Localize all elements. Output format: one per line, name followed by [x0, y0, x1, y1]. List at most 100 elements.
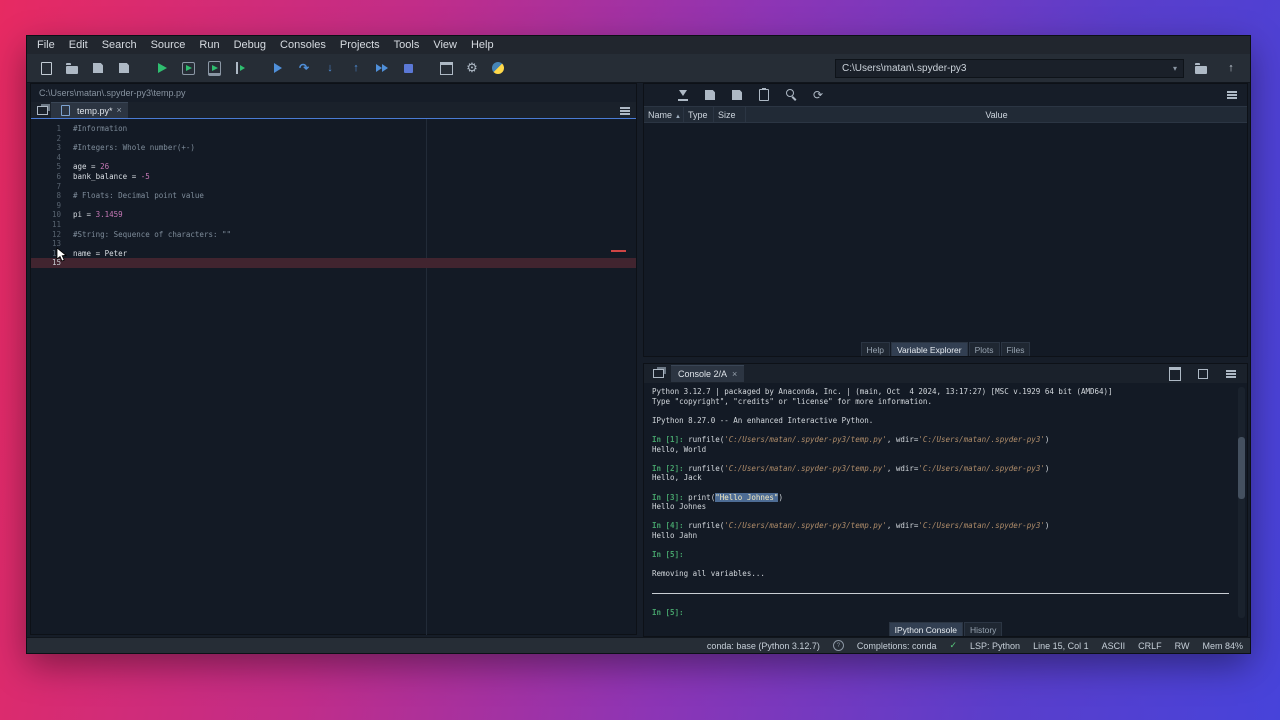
menu-search[interactable]: Search: [95, 38, 144, 52]
menu-run[interactable]: Run: [192, 38, 226, 52]
browse-console-tabs-button[interactable]: [649, 366, 667, 381]
editor-tab-bar: temp.py*: [31, 102, 636, 119]
open-file-button[interactable]: [59, 56, 85, 80]
close-tab-icon[interactable]: [732, 370, 737, 379]
editor-options-button[interactable]: [616, 103, 634, 118]
continue-execution-button[interactable]: [369, 56, 395, 80]
memory-status[interactable]: Mem 84%: [1202, 641, 1243, 651]
parent-directory-button[interactable]: [1218, 56, 1244, 80]
editor-line-2[interactable]: 2: [31, 134, 636, 144]
refresh-data-button[interactable]: [809, 88, 827, 103]
menu-debug[interactable]: Debug: [227, 38, 273, 52]
editor-line-15[interactable]: 15: [31, 258, 636, 268]
menu-help[interactable]: Help: [464, 38, 501, 52]
browse-tabs-button[interactable]: [33, 103, 51, 118]
scrollbar-thumb[interactable]: [1238, 437, 1245, 499]
browse-directory-button[interactable]: [1188, 56, 1214, 80]
column-value[interactable]: Value: [746, 107, 1247, 122]
tab-ipython-console[interactable]: IPython Console: [889, 622, 963, 636]
tab-plots[interactable]: Plots: [969, 342, 1000, 356]
console-blank-line: [652, 598, 1239, 608]
console-body[interactable]: Python 3.12.7 | packaged by Anaconda, In…: [644, 383, 1247, 622]
python-path-button[interactable]: [485, 56, 511, 80]
tab-variable-explorer[interactable]: Variable Explorer: [891, 342, 968, 356]
tab-files[interactable]: Files: [1001, 342, 1031, 356]
column-type[interactable]: Type: [684, 107, 714, 122]
editor-line-5[interactable]: 5age = 26: [31, 162, 636, 172]
run-file-button[interactable]: [149, 56, 175, 80]
console-scrollbar[interactable]: [1238, 387, 1245, 618]
tab-history[interactable]: History: [964, 622, 1002, 636]
code-segment: bank_balance =: [73, 172, 141, 181]
tab-label: temp.py*: [77, 106, 113, 116]
clear-console-button[interactable]: [1166, 366, 1184, 381]
console-blank-line: [652, 512, 1239, 522]
menu-edit[interactable]: Edit: [62, 38, 95, 52]
stop-button[interactable]: [395, 56, 421, 80]
console-segment: 'C:/Users/matan/.spyder-py3': [918, 464, 1044, 473]
completions-status[interactable]: Completions: conda: [857, 641, 937, 651]
options-menu-button[interactable]: [1222, 366, 1240, 381]
menu-projects[interactable]: Projects: [333, 38, 387, 52]
maximize-pane-button[interactable]: [433, 56, 459, 80]
console-segment: runfile(: [688, 435, 724, 444]
step-into-button[interactable]: [317, 56, 343, 80]
save-file-button[interactable]: [85, 56, 111, 80]
import-data-button[interactable]: [674, 88, 692, 103]
editor-line-13[interactable]: 13: [31, 239, 636, 249]
step-over-button[interactable]: [291, 56, 317, 80]
mouse-cursor: [56, 247, 68, 263]
editor-line-4[interactable]: 4: [31, 153, 636, 163]
interrupt-kernel-button[interactable]: [1194, 366, 1212, 381]
save-all-button[interactable]: [111, 56, 137, 80]
line-number: 12: [31, 230, 73, 240]
editor-line-3[interactable]: 3#Integers: Whole number(+-): [31, 143, 636, 153]
close-tab-icon[interactable]: [117, 106, 122, 115]
cursor-position[interactable]: Line 15, Col 1: [1033, 641, 1089, 651]
save-data-button[interactable]: [701, 88, 719, 103]
editor-line-14[interactable]: 14name = Peter: [31, 249, 636, 259]
editor-line-7[interactable]: 7: [31, 182, 636, 192]
new-file-button[interactable]: [33, 56, 59, 80]
menu-source[interactable]: Source: [144, 38, 193, 52]
editor-line-12[interactable]: 12#String: Sequence of characters: "": [31, 230, 636, 240]
code-editor[interactable]: 1#Information23#Integers: Whole number(+…: [31, 119, 636, 635]
menu-consoles[interactable]: Consoles: [273, 38, 333, 52]
line-code: age = 26: [73, 162, 109, 172]
search-data-button[interactable]: [782, 88, 800, 103]
run-cell-button[interactable]: [175, 56, 201, 80]
eol-status[interactable]: CRLF: [1138, 641, 1162, 651]
menu-view[interactable]: View: [426, 38, 464, 52]
save-data-as-button[interactable]: [728, 88, 746, 103]
lsp-status[interactable]: LSP: Python: [970, 641, 1020, 651]
menu-tools[interactable]: Tools: [387, 38, 427, 52]
tab-help[interactable]: Help: [861, 342, 890, 356]
tab-temp-py[interactable]: temp.py*: [51, 102, 128, 118]
code-segment: 3.1459: [96, 210, 123, 219]
preferences-button[interactable]: [459, 56, 485, 80]
debug-file-button[interactable]: [265, 56, 291, 80]
variable-table-body[interactable]: [644, 123, 1247, 342]
editor-line-1[interactable]: 1#Information: [31, 124, 636, 134]
options-menu-icon: [1223, 366, 1239, 382]
permissions-status[interactable]: RW: [1175, 641, 1190, 651]
variable-explorer-pane: Name Type Size Value HelpVariable Explor…: [643, 83, 1248, 357]
variable-explorer-options-button[interactable]: [1223, 88, 1241, 103]
step-return-button[interactable]: [343, 56, 369, 80]
editor-line-10[interactable]: 10pi = 3.1459: [31, 210, 636, 220]
conda-env-status[interactable]: conda: base (Python 3.12.7): [707, 641, 820, 651]
menu-file[interactable]: File: [30, 38, 62, 52]
question-icon[interactable]: [833, 640, 844, 651]
column-size[interactable]: Size: [714, 107, 746, 122]
column-name[interactable]: Name: [644, 107, 684, 122]
run-cell-advance-button[interactable]: [201, 56, 227, 80]
run-selection-button[interactable]: [227, 56, 253, 80]
tab-console-2a[interactable]: Console 2/A: [671, 365, 744, 382]
encoding-status[interactable]: ASCII: [1102, 641, 1126, 651]
paste-data-button[interactable]: [755, 88, 773, 103]
working-directory-combobox[interactable]: C:\Users\matan\.spyder-py3: [835, 59, 1184, 78]
editor-line-11[interactable]: 11: [31, 220, 636, 230]
editor-line-8[interactable]: 8# Floats: Decimal point value: [31, 191, 636, 201]
editor-line-6[interactable]: 6bank_balance = -5: [31, 172, 636, 182]
editor-line-9[interactable]: 9: [31, 201, 636, 211]
